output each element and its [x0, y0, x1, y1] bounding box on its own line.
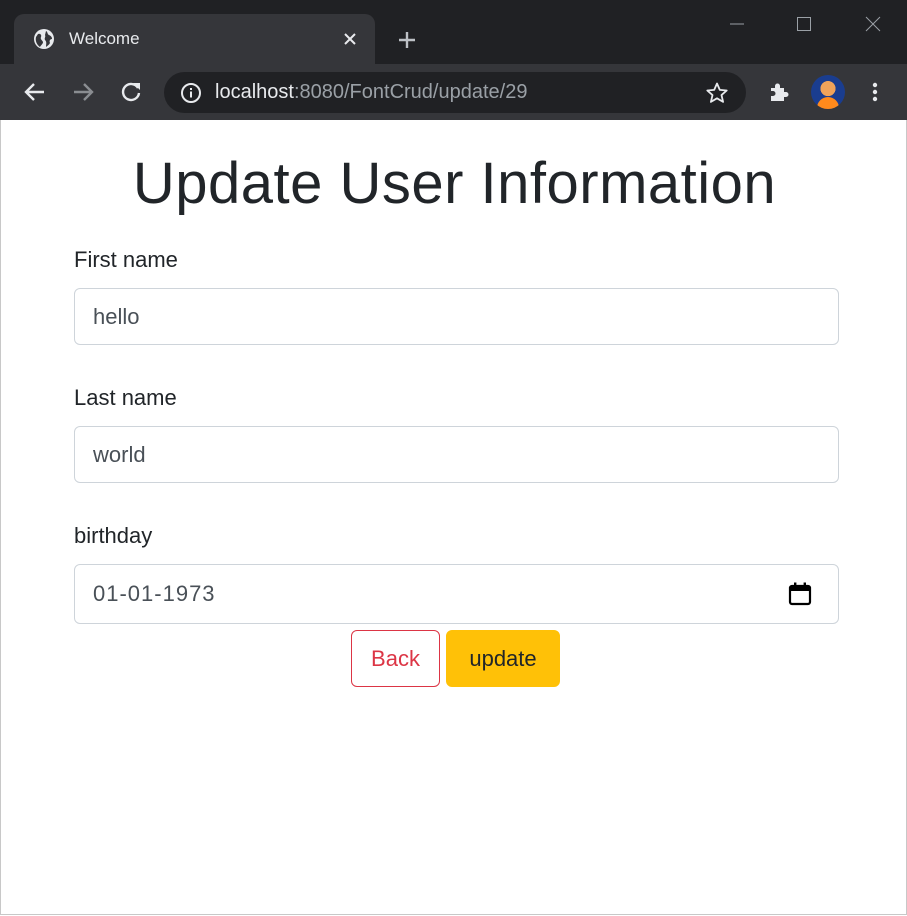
browser-toolbar: localhost:8080/FontCrud/update/29 [0, 64, 907, 120]
info-icon[interactable] [179, 81, 203, 105]
last-name-label: Last name [74, 385, 177, 410]
back-button[interactable]: Back [351, 630, 440, 687]
birthday-group: birthday [74, 520, 839, 624]
back-arrow-icon[interactable] [19, 76, 51, 108]
first-name-input[interactable] [74, 288, 839, 345]
star-icon[interactable] [702, 78, 732, 108]
page-title: Update User Information [132, 151, 777, 216]
puzzle-icon[interactable] [763, 76, 795, 108]
address-bar[interactable]: localhost:8080/FontCrud/update/29 [164, 72, 746, 113]
update-user-form: First name Last name birthday [74, 244, 839, 661]
url-path: :8080/FontCrud/update/29 [293, 81, 528, 103]
browser-chrome: Welcome localhost:8080/FontCrud/update/2… [0, 0, 907, 120]
first-name-group: First name [74, 244, 839, 345]
first-name-label: First name [74, 247, 178, 272]
calendar-icon[interactable] [787, 581, 813, 607]
tab-welcome[interactable]: Welcome [14, 14, 375, 64]
form-actions: Back update [351, 630, 560, 687]
minimize-icon[interactable] [722, 10, 752, 38]
globe-icon [33, 28, 55, 50]
profile-avatar[interactable] [811, 75, 845, 109]
birthday-label: birthday [74, 523, 153, 548]
plus-icon[interactable] [394, 27, 420, 53]
update-button[interactable]: update [446, 630, 560, 687]
tab-title: Welcome [69, 29, 140, 48]
reload-icon[interactable] [115, 76, 147, 108]
window-close-icon[interactable] [858, 10, 888, 38]
kebab-menu-icon[interactable] [859, 76, 891, 108]
last-name-group: Last name [74, 382, 839, 483]
last-name-input[interactable] [74, 426, 839, 483]
maximize-icon[interactable] [789, 10, 819, 38]
page-content: Update User Information First name Last … [0, 120, 907, 915]
url-text[interactable]: localhost:8080/FontCrud/update/29 [215, 81, 702, 104]
forward-arrow-icon[interactable] [67, 76, 99, 108]
url-host: localhost [215, 81, 294, 103]
tab-strip: Welcome [0, 0, 907, 64]
close-icon[interactable] [339, 28, 361, 50]
birthday-input[interactable] [74, 564, 839, 624]
birthday-field-wrap [74, 564, 839, 624]
